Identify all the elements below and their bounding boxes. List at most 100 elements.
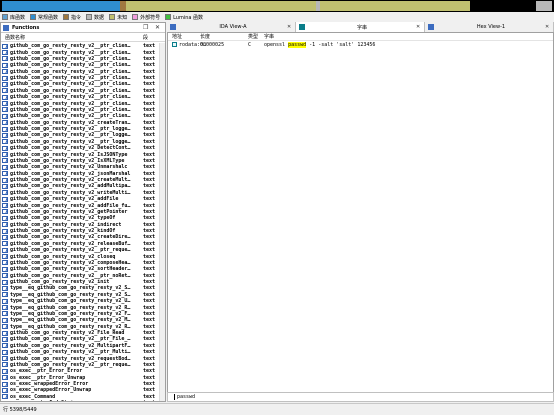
close-icon[interactable]: ✕ bbox=[155, 24, 160, 31]
function-row[interactable]: github_com_go_resty_resty_v2__ptr_clien…… bbox=[1, 100, 165, 107]
function-name: github_com_go_resty_resty_v2__ptr_clien… bbox=[10, 62, 131, 69]
function-row[interactable]: github_com_go_resty_resty_v2_composeHea…… bbox=[1, 260, 165, 266]
function-row[interactable]: github_com_go_resty_resty_v2_addFile_fu…… bbox=[1, 202, 165, 209]
function-row[interactable]: github_com_go_resty_resty_v2_indirect tex… bbox=[1, 222, 165, 228]
tab-close-icon[interactable]: ✕ bbox=[287, 24, 295, 30]
filter-input[interactable]: passwd bbox=[177, 394, 195, 400]
function-row[interactable]: type__eq_github_com_go_resty_resty_v2_S…… bbox=[1, 285, 165, 291]
function-row[interactable]: github_com_go_resty_resty_v2_requestBod…… bbox=[1, 355, 165, 362]
function-row[interactable]: github_com_go_resty_resty_v2_closeq text bbox=[1, 253, 165, 260]
tab-close-icon[interactable]: ✕ bbox=[545, 24, 553, 30]
restore-icon[interactable]: ❐ bbox=[143, 24, 148, 31]
function-row[interactable]: github_com_go_resty_resty_v2__ptr_reque…… bbox=[1, 362, 165, 368]
function-row[interactable]: os_exec__ptr_Error_Error text bbox=[1, 368, 165, 374]
function-row[interactable]: type__eq_github_com_go_resty_resty_v2_R…… bbox=[1, 324, 165, 330]
function-name: github_com_go_resty_resty_v2_MultipartF… bbox=[10, 342, 131, 349]
function-row[interactable]: github_com_go_resty_resty_v2_addMultipa…… bbox=[1, 183, 165, 189]
function-row[interactable]: github_com_go_resty_resty_v2_jsonMarshal… bbox=[1, 171, 165, 177]
function-icon bbox=[2, 311, 8, 317]
tab-2[interactable]: Hex View-1 ✕ bbox=[425, 22, 554, 32]
function-row[interactable]: os_exec_Command text bbox=[1, 394, 165, 400]
function-row[interactable]: github_com_go_resty_resty_v2__ptr_File_…… bbox=[1, 336, 165, 342]
function-name: github_com_go_resty_resty_v2__ptr_Multi… bbox=[10, 349, 131, 356]
tab-bar: IDA View-A ✕ 字串 ✕ Hex View-1 ✕ bbox=[167, 22, 554, 32]
function-row[interactable]: github_com_go_resty_resty_v2_Unmarshalc t… bbox=[1, 164, 165, 170]
function-row[interactable]: os_exec__ptr_Error_Unwrap text bbox=[1, 375, 165, 381]
function-icon bbox=[2, 279, 8, 285]
nav-segment-data-2 bbox=[536, 1, 552, 11]
column-string[interactable]: 字串 bbox=[264, 33, 274, 40]
function-row[interactable]: github_com_go_resty_resty_v2__ptr_clien…… bbox=[1, 43, 165, 49]
function-row[interactable]: github_com_go_resty_resty_v2__ptr_clien…… bbox=[1, 81, 165, 87]
function-row[interactable]: github_com_go_resty_resty_v2__ptr_Multi…… bbox=[1, 349, 165, 355]
function-name: github_com_go_resty_resty_v2_typeOf bbox=[10, 215, 116, 222]
function-name: github_com_go_resty_resty_v2__ptr_logge… bbox=[10, 132, 131, 139]
function-row[interactable]: github_com_go_resty_resty_v2_getPointer t… bbox=[1, 209, 165, 215]
function-name: github_com_go_resty_resty_v2__ptr_clien… bbox=[10, 100, 131, 107]
function-row[interactable]: github_com_go_resty_resty_v2_IsJSONType t… bbox=[1, 151, 165, 158]
function-icon bbox=[2, 203, 8, 209]
function-row[interactable]: github_com_go_resty_resty_v2__ptr_clien…… bbox=[1, 69, 165, 75]
quick-filter[interactable]: passwd bbox=[167, 392, 554, 402]
function-row[interactable]: github_com_go_resty_resty_v2_createDire…… bbox=[1, 234, 165, 240]
function-row[interactable]: github_com_go_resty_resty_v2_MultipartF…… bbox=[1, 343, 165, 349]
function-row[interactable]: type__eq_github_com_go_resty_resty_v2_F…… bbox=[1, 311, 165, 317]
function-icon bbox=[2, 356, 8, 362]
function-row[interactable]: github_com_go_resty_resty_v2_init text bbox=[1, 279, 165, 285]
function-row[interactable]: os_exec__ptr_Cmd_Stringtext bbox=[1, 400, 165, 401]
tab-1[interactable]: 字串 ✕ bbox=[296, 22, 425, 32]
function-row[interactable]: github_com_go_resty_resty_v2__ptr_clien…… bbox=[1, 113, 165, 119]
function-row[interactable]: github_com_go_resty_resty_v2__ptr_logge…… bbox=[1, 132, 165, 138]
string-row[interactable]: rodata:0… 00000025 C openssl passwd -1 -… bbox=[168, 41, 553, 49]
function-name: type__eq_github_com_go_resty_resty_v2_U… bbox=[10, 298, 131, 305]
function-row[interactable]: github_com_go_resty_resty_v2_createMult…… bbox=[1, 177, 165, 183]
function-row[interactable]: github_com_go_resty_resty_v2__ptr_clien…… bbox=[1, 94, 165, 100]
function-row[interactable]: github_com_go_resty_resty_v2__ptr_clien…… bbox=[1, 56, 165, 62]
function-row[interactable]: github_com_go_resty_resty_v2_addFile text bbox=[1, 196, 165, 202]
function-row[interactable]: github_com_go_resty_resty_v2_kindOf text bbox=[1, 228, 165, 234]
legend-swatch bbox=[86, 14, 93, 20]
function-row[interactable]: github_com_go_resty_resty_v2__ptr_reque…… bbox=[1, 247, 165, 253]
navigation-band[interactable] bbox=[0, 0, 554, 12]
function-icon bbox=[2, 56, 8, 62]
column-type[interactable]: 类型 bbox=[248, 33, 258, 40]
function-row[interactable]: type__eq_github_com_go_resty_resty_v2_U…… bbox=[1, 298, 165, 304]
function-row[interactable]: type__eq_github_com_go_resty_resty_v2_R…… bbox=[1, 304, 165, 311]
function-row[interactable]: github_com_go_resty_resty_v2_DetectCont…… bbox=[1, 145, 165, 151]
function-icon bbox=[2, 215, 8, 221]
function-name: github_com_go_resty_resty_v2_requestBod… bbox=[10, 355, 131, 362]
function-row[interactable]: github_com_go_resty_resty_v2__ptr_clien…… bbox=[1, 107, 165, 113]
legend-item: 常规函数 bbox=[30, 14, 58, 21]
function-row[interactable]: github_com_go_resty_resty_v2__ptr_clien…… bbox=[1, 62, 165, 68]
function-row[interactable]: github_com_go_resty_resty_v2_File_Read te… bbox=[1, 330, 165, 336]
function-row[interactable]: github_com_go_resty_resty_v2__ptr_logge…… bbox=[1, 139, 165, 145]
function-row[interactable]: github_com_go_resty_resty_v2__ptr_clien…… bbox=[1, 88, 165, 94]
column-function-name[interactable]: 函数名称 bbox=[5, 34, 143, 41]
function-icon bbox=[2, 241, 8, 247]
functions-list[interactable]: github_com_go_resty_resty_v2__ptr_clien…… bbox=[1, 43, 165, 401]
function-icon bbox=[2, 75, 8, 81]
tab-0[interactable]: IDA View-A ✕ bbox=[167, 22, 296, 32]
function-row[interactable]: github_com_go_resty_resty_v2_IsXMLType te… bbox=[1, 158, 165, 164]
function-icon bbox=[2, 381, 8, 387]
function-row[interactable]: github_com_go_resty_resty_v2__ptr_clien…… bbox=[1, 75, 165, 81]
function-row[interactable]: os_exec_wrappedError_Unwrap text bbox=[1, 387, 165, 393]
functions-scrollbar[interactable] bbox=[159, 43, 165, 401]
column-address[interactable]: 地址 bbox=[172, 33, 182, 40]
function-row[interactable]: github_com_go_resty_resty_v2__ptr_clien…… bbox=[1, 49, 165, 56]
function-icon bbox=[2, 139, 8, 145]
function-row[interactable]: github_com_go_resty_resty_v2_createTran…… bbox=[1, 120, 165, 126]
function-row[interactable]: github_com_go_resty_resty_v2__ptr_noRet…… bbox=[1, 273, 165, 279]
function-row[interactable]: github_com_go_resty_resty_v2__ptr_logge…… bbox=[1, 126, 165, 132]
legend-label: 外部符号 bbox=[140, 14, 161, 21]
function-row[interactable]: os_exec_wrappedError_Error text bbox=[1, 381, 165, 387]
column-segment[interactable]: 段 bbox=[143, 34, 165, 41]
function-row[interactable]: type__eq_github_com_go_resty_resty_v2_M…… bbox=[1, 317, 165, 323]
function-row[interactable]: type__eq_github_com_go_resty_resty_v2_S…… bbox=[1, 292, 165, 298]
function-row[interactable]: github_com_go_resty_resty_v2_sortHeader…… bbox=[1, 266, 165, 272]
function-row[interactable]: github_com_go_resty_resty_v2_typeOf text bbox=[1, 215, 165, 221]
tab-close-icon[interactable]: ✕ bbox=[416, 24, 424, 30]
column-length[interactable]: 长度 bbox=[200, 33, 210, 40]
function-row[interactable]: github_com_go_resty_resty_v2_releaseBuf…… bbox=[1, 241, 165, 247]
function-row[interactable]: github_com_go_resty_resty_v2_writeMulti…… bbox=[1, 190, 165, 196]
